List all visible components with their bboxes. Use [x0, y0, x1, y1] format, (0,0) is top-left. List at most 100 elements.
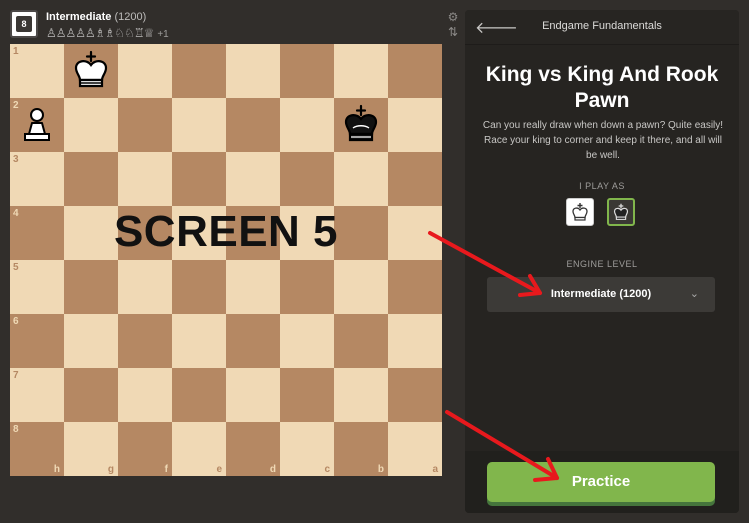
square-e3[interactable]: [172, 152, 226, 206]
opponent-rating: (1200): [114, 11, 147, 23]
square-f8[interactable]: f: [118, 422, 172, 476]
file-label: h: [53, 464, 60, 475]
opponent-bar: 8 Intermediate (1200) ♙♙♙♙♙♗♗♘♘♖♕ +1: [10, 8, 440, 40]
opponent-name-text: Intermediate: [46, 11, 112, 23]
square-e5[interactable]: [172, 260, 226, 314]
square-d2[interactable]: [226, 98, 280, 152]
rank-label: 3: [13, 154, 19, 165]
square-c3[interactable]: [280, 152, 334, 206]
captured-pieces: ♙♙♙♙♙♗♗♘♘♖♕ +1: [46, 26, 169, 40]
square-h6[interactable]: 6: [10, 314, 64, 368]
chevron-down-icon: ⌄: [689, 288, 699, 300]
square-g6[interactable]: [64, 314, 118, 368]
file-label: f: [164, 464, 168, 475]
square-g5[interactable]: [64, 260, 118, 314]
file-label: e: [216, 464, 222, 475]
square-g3[interactable]: [64, 152, 118, 206]
square-a6[interactable]: [388, 314, 442, 368]
square-h3[interactable]: 3: [10, 152, 64, 206]
square-f5[interactable]: [118, 260, 172, 314]
square-g2[interactable]: [64, 98, 118, 152]
square-h8[interactable]: 8h: [10, 422, 64, 476]
square-f7[interactable]: [118, 368, 172, 422]
square-f6[interactable]: [118, 314, 172, 368]
square-h2[interactable]: 2: [10, 98, 64, 152]
square-h5[interactable]: 5: [10, 260, 64, 314]
square-b7[interactable]: [334, 368, 388, 422]
square-c2[interactable]: [280, 98, 334, 152]
rank-label: 1: [13, 46, 19, 57]
square-a5[interactable]: [388, 260, 442, 314]
square-g1[interactable]: [64, 44, 118, 98]
opponent-name: Intermediate (1200): [46, 11, 146, 23]
black-king-icon: [613, 203, 629, 220]
engine-level-value: Intermediate (1200): [487, 288, 715, 300]
square-b8[interactable]: b: [334, 422, 388, 476]
white-king-icon[interactable]: [64, 44, 118, 98]
square-e7[interactable]: [172, 368, 226, 422]
square-g8[interactable]: g: [64, 422, 118, 476]
lesson-title: King vs King And Rook Pawn: [485, 63, 719, 112]
lesson-description: Can you really draw when down a pawn? Qu…: [482, 120, 724, 161]
square-f3[interactable]: [118, 152, 172, 206]
square-g7[interactable]: [64, 368, 118, 422]
square-d3[interactable]: [226, 152, 280, 206]
captured-pieces-icons: ♙♙♙♙♙♗♗♘♘♖♕: [46, 26, 154, 40]
file-label: a: [432, 464, 438, 475]
square-e1[interactable]: [172, 44, 226, 98]
square-c8[interactable]: c: [280, 422, 334, 476]
square-b1[interactable]: [334, 44, 388, 98]
square-b3[interactable]: [334, 152, 388, 206]
file-label: d: [269, 464, 276, 475]
square-e2[interactable]: [172, 98, 226, 152]
square-c1[interactable]: [280, 44, 334, 98]
square-a7[interactable]: [388, 368, 442, 422]
square-e8[interactable]: e: [172, 422, 226, 476]
square-a1[interactable]: [388, 44, 442, 98]
engine-level-select[interactable]: Intermediate (1200) ⌄: [487, 277, 715, 312]
square-h1[interactable]: 1: [10, 44, 64, 98]
bot-level-badge: 8: [16, 16, 32, 32]
engine-level-name: Intermediate: [550, 288, 617, 300]
square-a2[interactable]: [388, 98, 442, 152]
engine-level-rating: (1200): [619, 288, 652, 300]
material-advantage: +1: [157, 29, 169, 40]
square-b2[interactable]: [334, 98, 388, 152]
black-king-icon[interactable]: [334, 98, 388, 152]
engine-level-label: ENGINE LEVEL: [566, 259, 638, 269]
i-play-as-label: I PLAY AS: [579, 181, 625, 191]
board-controls: ⚙ ⇅: [446, 10, 460, 40]
white-pawn-icon[interactable]: [10, 98, 64, 152]
rank-label: 6: [13, 316, 19, 327]
square-a3[interactable]: [388, 152, 442, 206]
square-c6[interactable]: [280, 314, 334, 368]
square-d7[interactable]: [226, 368, 280, 422]
square-e6[interactable]: [172, 314, 226, 368]
square-d5[interactable]: [226, 260, 280, 314]
square-d1[interactable]: [226, 44, 280, 98]
flip-board-icon[interactable]: ⇅: [446, 25, 460, 40]
square-c7[interactable]: [280, 368, 334, 422]
play-as-black-button[interactable]: [607, 198, 635, 226]
play-as-white-button[interactable]: [566, 198, 594, 226]
screen-label: SCREEN 5: [113, 207, 339, 256]
panel-footer: Practice: [465, 451, 739, 513]
gear-icon[interactable]: ⚙: [446, 10, 460, 25]
rank-label: 8: [13, 424, 19, 435]
square-b5[interactable]: [334, 260, 388, 314]
square-b6[interactable]: [334, 314, 388, 368]
chess-board[interactable]: 12345678hgfedcba: [10, 44, 442, 476]
square-d8[interactable]: d: [226, 422, 280, 476]
square-c5[interactable]: [280, 260, 334, 314]
white-king-icon: [572, 203, 588, 221]
file-label: g: [107, 464, 114, 475]
panel-header: 🡐 Endgame Fundamentals: [465, 10, 739, 45]
square-f1[interactable]: [118, 44, 172, 98]
square-a8[interactable]: a: [388, 422, 442, 476]
square-f2[interactable]: [118, 98, 172, 152]
practice-button[interactable]: Practice: [487, 462, 715, 502]
square-h7[interactable]: 7: [10, 368, 64, 422]
rank-label: 7: [13, 370, 19, 381]
file-label: c: [324, 464, 330, 475]
square-d6[interactable]: [226, 314, 280, 368]
